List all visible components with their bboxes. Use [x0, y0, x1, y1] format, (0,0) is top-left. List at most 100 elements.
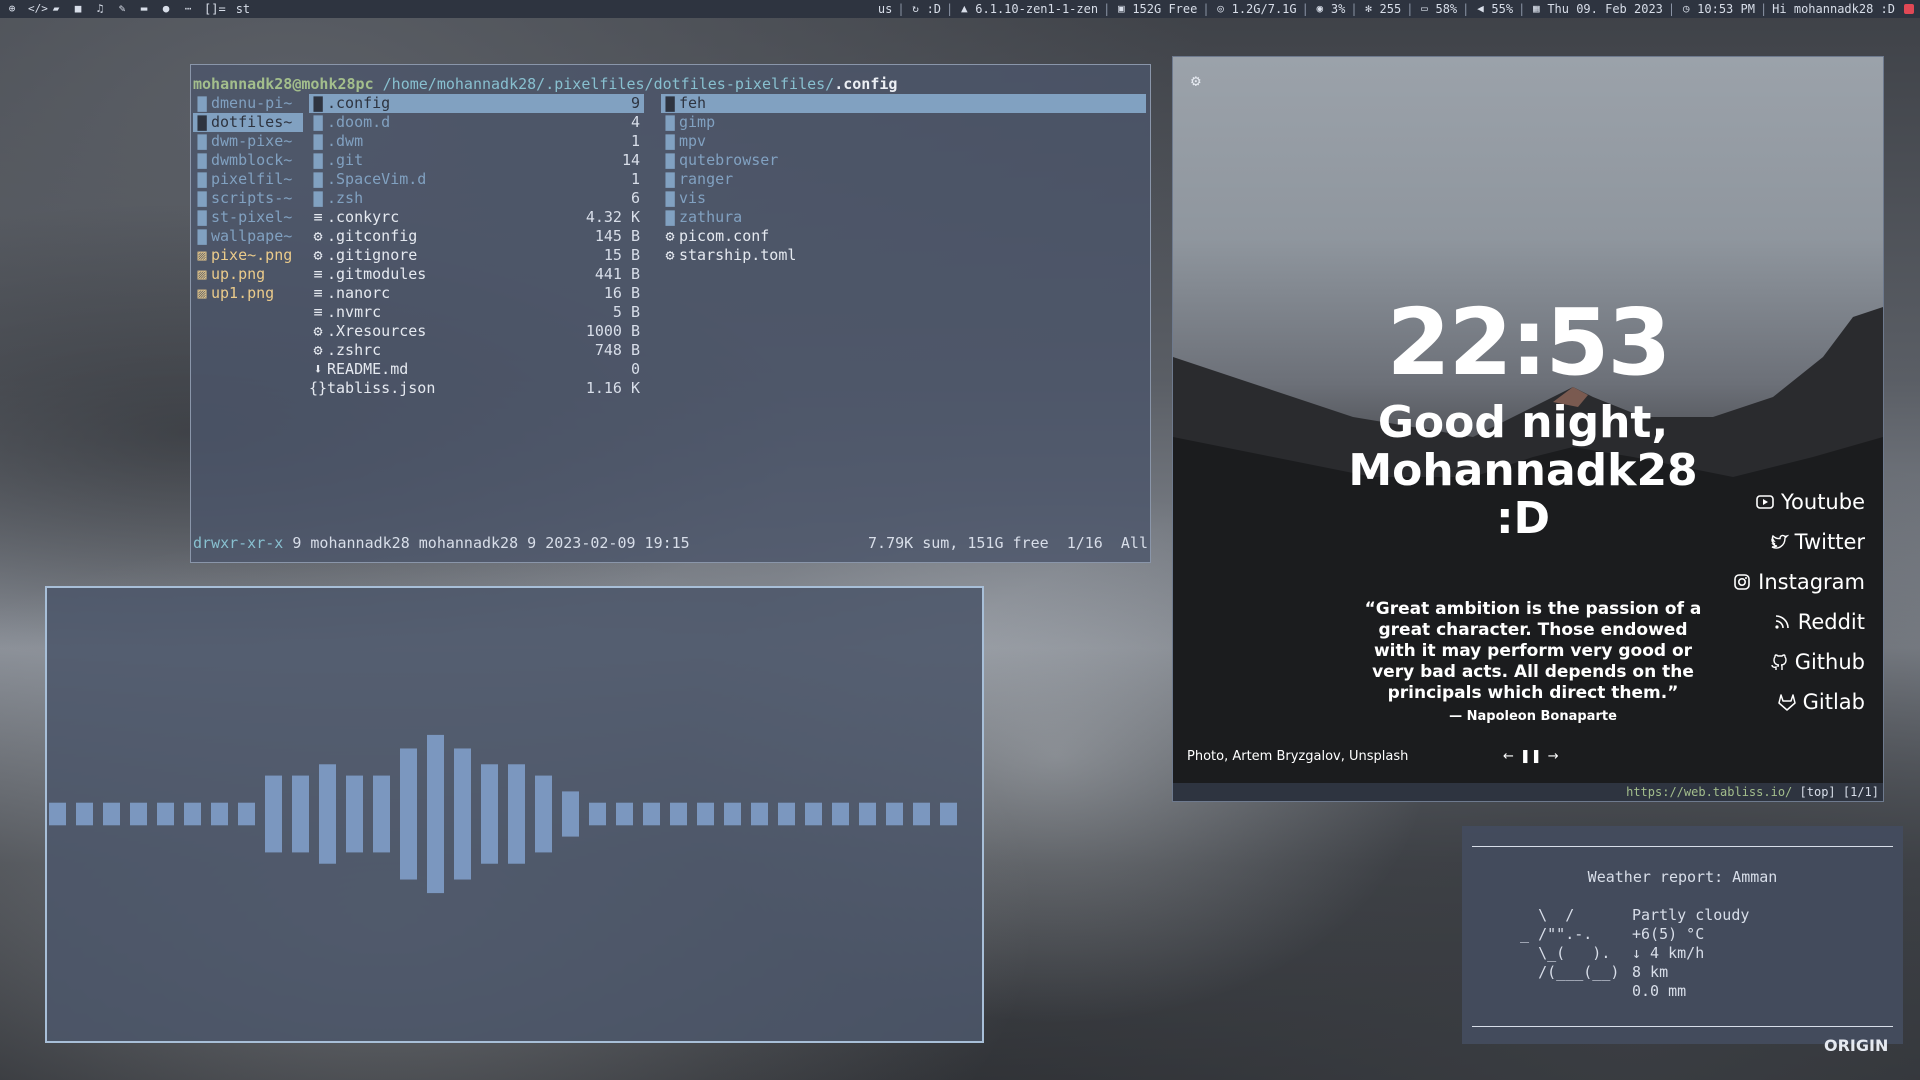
file-row[interactable]: ⚙ .zshrc 748 B — [309, 341, 644, 360]
settings-gear-icon[interactable]: ⚙ — [1191, 71, 1201, 90]
folder-icon: ▇ — [197, 132, 207, 150]
file-row[interactable]: ▇ gimp — [661, 113, 1146, 132]
current-url: https://web.tabliss.io/ — [1626, 785, 1793, 799]
file-row[interactable]: ▨ pixe~.png — [193, 246, 303, 265]
file-row[interactable]: ▇ ranger — [661, 170, 1146, 189]
arrow-right-icon[interactable]: → — [1548, 749, 1559, 764]
file-row[interactable]: ⚙ .gitconfig 145 B — [309, 227, 644, 246]
file-name: mpv — [679, 132, 707, 150]
file-row[interactable]: ▇ dotfiles~ — [193, 113, 303, 132]
visualizer-bar — [643, 802, 660, 826]
photo-credit[interactable]: Photo, Artem Bryzgalov, Unsplash — [1187, 749, 1408, 764]
ranger-window[interactable]: mohannadk28@mohk28pc /home/mohannadk28/.… — [190, 64, 1151, 563]
preview-column: ▇ feh ▇ gimp ▇ mpv ▇ qutebrowser ▇ ranger ▇ vis ▇ zat… — [661, 94, 1146, 265]
file-row[interactable]: ▇ .zsh 6 — [309, 189, 644, 208]
file-row[interactable]: ▇ dwm-pixe~ — [193, 132, 303, 151]
link-instagram[interactable]: Instagram — [1732, 567, 1865, 597]
audio-visualizer-window[interactable] — [45, 586, 984, 1043]
background-photo: ⚙ 22:53 Good night, Mohannadk28 :D “Grea… — [1173, 57, 1883, 783]
link-github[interactable]: Github — [1769, 647, 1865, 677]
music-icon[interactable]: ♫ — [94, 3, 106, 15]
file-name: .gitmodules — [327, 265, 427, 283]
file-size: 1.16 K — [585, 379, 640, 397]
file-row[interactable]: ▇ vis — [661, 189, 1146, 208]
folder-icon: ▇ — [665, 94, 675, 112]
visualizer-bar — [373, 775, 390, 853]
file-row[interactable]: ▇ feh — [661, 94, 1146, 113]
file-name: dotfiles~ — [211, 113, 293, 131]
file-name: st-pixel~ — [211, 208, 293, 226]
gmail-icon[interactable] — [1904, 4, 1914, 14]
linux-icon: ▲ — [960, 2, 968, 15]
file-row[interactable]: ▨ up.png — [193, 265, 303, 284]
file-row[interactable]: ▇ mpv — [661, 132, 1146, 151]
folder-icon: ▇ — [197, 170, 207, 188]
file-row[interactable]: ⚙ picom.conf — [661, 227, 1146, 246]
more-icon[interactable]: ⋯ — [182, 3, 194, 15]
permissions: drwxr-xr-x — [193, 534, 284, 552]
globe-icon[interactable]: ⊕ — [6, 3, 18, 15]
link-reddit[interactable]: Reddit — [1772, 607, 1865, 637]
code-icon[interactable]: </> — [28, 3, 48, 15]
config-icon: ⚙ — [665, 246, 675, 264]
volume: 55% — [1491, 2, 1514, 16]
link-youtube[interactable]: Youtube — [1755, 487, 1865, 517]
image-icon: ▨ — [197, 284, 207, 302]
link-gitlab[interactable]: Gitlab — [1777, 687, 1865, 717]
file-row[interactable]: ▇ .doom.d 4 — [309, 113, 644, 132]
file-row[interactable]: ≡ .gitmodules 441 B — [309, 265, 644, 284]
file-row[interactable]: ▇ zathura — [661, 208, 1146, 227]
file-row[interactable]: ▇ .SpaceVim.d 1 — [309, 170, 644, 189]
ranger-path: mohannadk28@mohk28pc /home/mohannadk28/.… — [193, 75, 898, 93]
file-row[interactable]: ▇ scripts-~ — [193, 189, 303, 208]
chat-icon[interactable]: ● — [160, 3, 172, 15]
folder-icon: ▇ — [665, 132, 675, 150]
video-icon[interactable]: ■ — [72, 3, 84, 15]
visualizer-bar — [508, 764, 525, 864]
file-row[interactable]: ⬇ README.md 0 — [309, 360, 644, 379]
file-name: gimp — [679, 113, 716, 131]
file-name: tabliss.json — [327, 379, 436, 397]
file-name: README.md — [327, 360, 409, 378]
file-name: feh — [679, 94, 707, 112]
packages: 255 — [1379, 2, 1402, 16]
file-row[interactable]: ▇ .dwm 1 — [309, 132, 644, 151]
file-row[interactable]: ≡ .nanorc 16 B — [309, 284, 644, 303]
gamepad-icon[interactable]: ▰ — [50, 3, 62, 15]
weather-window[interactable]: Weather report: Amman \ / _ /"".-. \_( )… — [1462, 826, 1903, 1044]
folder-icon: ▇ — [197, 189, 207, 207]
file-row[interactable]: ⚙ .Xresources 1000 B — [309, 322, 644, 341]
link-twitter[interactable]: Twitter — [1769, 527, 1865, 557]
folder-icon: ▇ — [665, 189, 675, 207]
file-row[interactable]: {} tabliss.json 1.16 K — [309, 379, 644, 398]
file-row[interactable]: ▇ wallpape~ — [193, 227, 303, 246]
weather-wind: ↓ 4 km/h — [1632, 944, 1705, 962]
file-row[interactable]: ≡ .conkyrc 4.32 K — [309, 208, 644, 227]
folder-icon: ▇ — [665, 208, 675, 226]
file-row[interactable]: ▨ up1.png — [193, 284, 303, 303]
brush-icon[interactable]: ✎ — [116, 3, 128, 15]
file-row[interactable]: ▇ st-pixel~ — [193, 208, 303, 227]
file-row[interactable]: ▇ qutebrowser — [661, 151, 1146, 170]
browser-window[interactable]: ⚙ 22:53 Good night, Mohannadk28 :D “Grea… — [1172, 56, 1884, 802]
file-name: pixe~.png — [211, 246, 293, 264]
file-row[interactable]: ▇ .git 14 — [309, 151, 644, 170]
file-row[interactable]: ▇ .config 9 — [309, 94, 644, 113]
layout-indicator[interactable]: []= — [204, 0, 226, 18]
file-row[interactable]: ▇ pixelfil~ — [193, 170, 303, 189]
twitter-icon — [1770, 534, 1789, 549]
battery: 58% — [1435, 2, 1458, 16]
file-row[interactable]: ⚙ .gitignore 15 B — [309, 246, 644, 265]
pause-icon[interactable]: ❚❚ — [1520, 749, 1542, 764]
folder-icon[interactable]: ▬ — [138, 3, 150, 15]
file-row[interactable]: ▇ dmenu-pi~ — [193, 94, 303, 113]
weather-title: Weather report: Amman — [1587, 868, 1778, 886]
quick-links: Youtube Twitter Instagram Reddit Github … — [1732, 487, 1865, 717]
arrow-left-icon[interactable]: ← — [1503, 749, 1514, 764]
youtube-icon — [1756, 495, 1774, 509]
file-row[interactable]: ⚙ starship.toml — [661, 246, 1146, 265]
file-name: .gitconfig — [327, 227, 418, 245]
file-row[interactable]: ▇ dwmblock~ — [193, 151, 303, 170]
file-name: .Xresources — [327, 322, 427, 340]
file-row[interactable]: ≡ .nvmrc 5 B — [309, 303, 644, 322]
